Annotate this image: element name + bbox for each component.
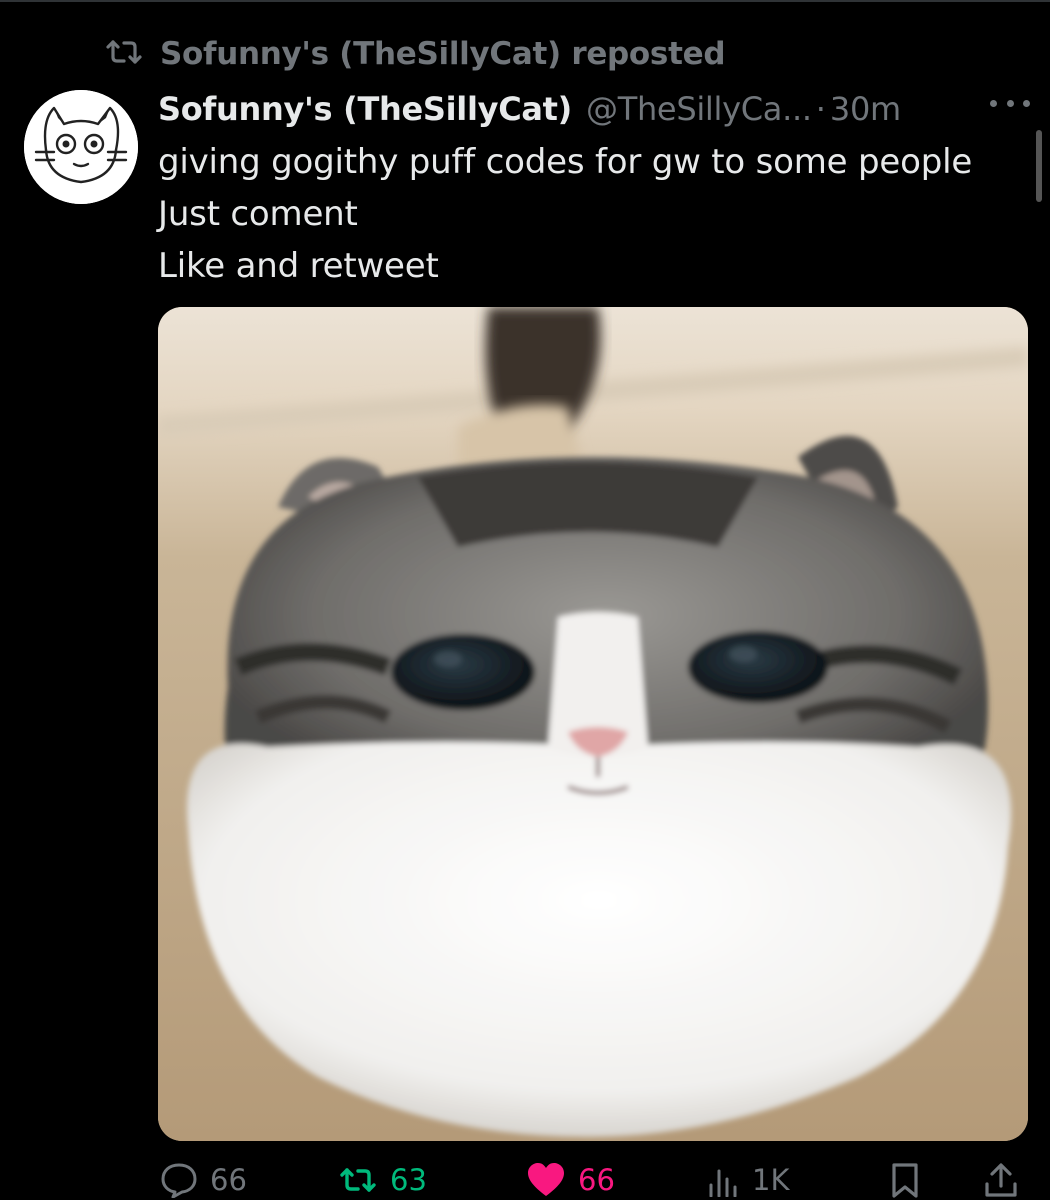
retweet-button[interactable]: 63 <box>338 1160 427 1200</box>
like-button[interactable]: 66 <box>526 1160 615 1200</box>
like-count: 66 <box>578 1163 615 1197</box>
repost-icon <box>104 38 144 70</box>
bookmark-button[interactable] <box>890 1160 920 1200</box>
avatar[interactable] <box>24 90 138 204</box>
tweet-actions: 66 63 66 1K <box>0 1160 1050 1200</box>
tweet-text: giving gogithy puff codes for gw to some… <box>158 136 1018 292</box>
separator-dot: · <box>815 90 826 128</box>
scrollbar[interactable] <box>1036 130 1042 202</box>
top-divider <box>0 0 1050 2</box>
retweet-count: 63 <box>390 1163 427 1197</box>
reply-count: 66 <box>210 1163 247 1197</box>
bookmark-icon <box>890 1162 920 1198</box>
heart-icon <box>526 1162 566 1198</box>
repost-banner-text: Sofunny's (TheSillyCat) reposted <box>160 36 726 72</box>
timestamp[interactable]: 30m <box>830 90 901 128</box>
tweet-text-line: giving gogithy puff codes for gw to some… <box>158 142 973 182</box>
reply-icon <box>160 1162 198 1198</box>
user-handle[interactable]: @TheSillyCa... <box>586 90 812 128</box>
repost-banner[interactable]: Sofunny's (TheSillyCat) reposted <box>104 34 726 74</box>
tweet-text-line: Like and retweet <box>158 246 439 286</box>
tweet-media-image[interactable] <box>158 307 1028 1141</box>
share-button[interactable] <box>984 1160 1018 1200</box>
retweet-icon <box>338 1165 378 1195</box>
views-icon <box>706 1163 740 1197</box>
reply-button[interactable]: 66 <box>160 1160 247 1200</box>
views-count: 1K <box>752 1163 790 1197</box>
tweet-header: Sofunny's (TheSillyCat) @TheSillyCa... ·… <box>158 84 1030 134</box>
display-name[interactable]: Sofunny's (TheSillyCat) <box>158 90 572 128</box>
more-icon[interactable] <box>990 88 1030 118</box>
share-icon <box>984 1162 1018 1198</box>
views-button[interactable]: 1K <box>706 1160 789 1200</box>
tweet-text-line: Just coment <box>158 194 358 234</box>
